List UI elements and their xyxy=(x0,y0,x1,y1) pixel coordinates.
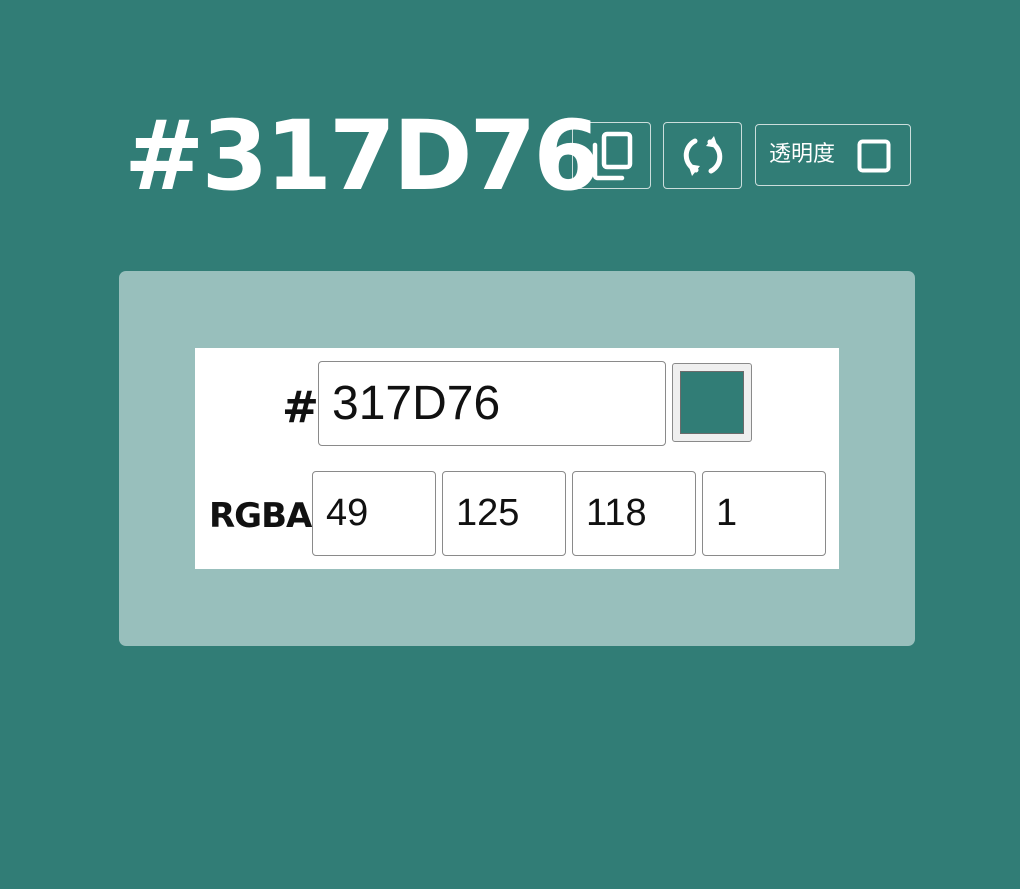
header: #317D76 透明度 xyxy=(0,0,1020,240)
hash-label: # xyxy=(282,382,319,433)
hex-color-title: #317D76 xyxy=(124,100,600,212)
blue-input[interactable] xyxy=(572,471,696,556)
alpha-input[interactable] xyxy=(702,471,826,556)
checkbox-empty-icon xyxy=(857,139,891,173)
green-input[interactable] xyxy=(442,471,566,556)
color-picker-button[interactable] xyxy=(672,363,752,442)
refresh-button[interactable] xyxy=(663,122,742,189)
hex-input[interactable] xyxy=(318,361,666,446)
refresh-icon xyxy=(683,135,722,176)
red-input[interactable] xyxy=(312,471,436,556)
page-background: { "colors": { "background": "#317D76", "… xyxy=(0,0,1020,889)
alpha-toggle-button[interactable]: 透明度 xyxy=(755,124,911,186)
copy-icon xyxy=(592,131,632,180)
rgba-label: RGBA xyxy=(209,496,312,536)
alpha-label: 透明度 xyxy=(769,142,836,167)
copy-button[interactable] xyxy=(572,122,651,189)
color-swatch xyxy=(680,371,744,434)
